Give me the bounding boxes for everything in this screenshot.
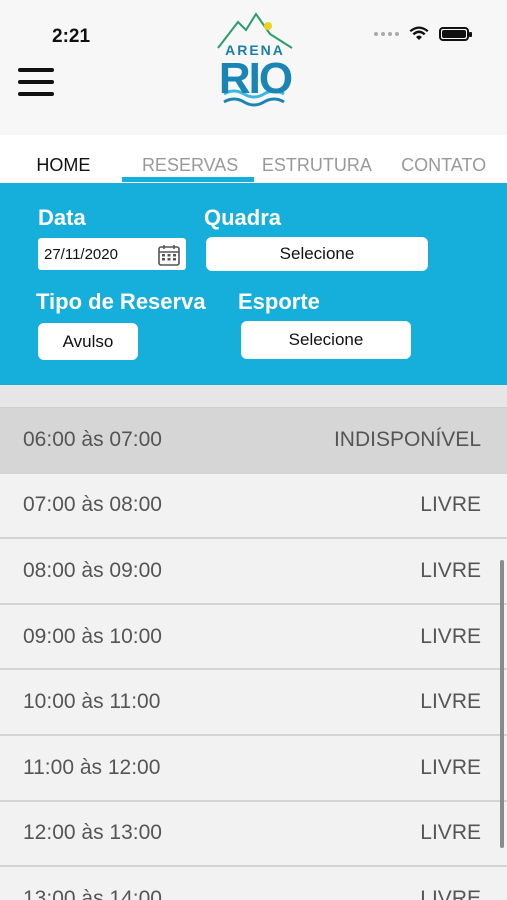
hamburger-menu-icon[interactable] <box>18 68 54 96</box>
time-slot-row[interactable]: 12:00 às 13:00 LIVRE <box>0 801 507 868</box>
battery-icon <box>439 27 472 41</box>
slot-time: 09:00 às 10:00 <box>23 624 162 648</box>
status-time: 2:21 <box>52 26 91 47</box>
active-tab-indicator <box>122 177 254 182</box>
slot-time: 11:00 às 12:00 <box>23 755 161 779</box>
tab-contato[interactable]: CONTATO <box>380 135 507 183</box>
slot-time: 07:00 às 08:00 <box>23 493 162 517</box>
time-slot-row[interactable]: 06:00 às 07:00 INDISPONÍVEL <box>0 408 507 474</box>
cellular-signal-icon <box>374 32 399 36</box>
wifi-icon <box>409 26 429 40</box>
logo-text-rio: RIO <box>218 54 293 103</box>
slot-status: LIVRE <box>420 755 481 779</box>
slot-status: LIVRE <box>420 493 481 517</box>
slot-time: 13:00 às 14:00 <box>23 886 162 900</box>
list-scrollbar[interactable] <box>500 560 504 848</box>
slot-time: 06:00 às 07:00 <box>23 427 162 451</box>
tab-reservas[interactable]: RESERVAS <box>127 135 254 183</box>
date-value: 27/11/2020 <box>44 245 118 263</box>
time-slot-list: 06:00 às 07:00 INDISPONÍVEL 07:00 às 08:… <box>0 408 507 900</box>
slot-status: LIVRE <box>420 624 481 648</box>
slot-status: INDISPONÍVEL <box>333 427 481 451</box>
date-field[interactable]: 27/11/2020 <box>38 238 186 270</box>
sport-label: Esporte <box>238 289 320 314</box>
status-bar: 2:21 <box>0 0 507 60</box>
calendar-icon[interactable] <box>158 244 180 266</box>
court-label: Quadra <box>204 205 282 230</box>
date-label: Data <box>38 205 86 230</box>
time-slot-row[interactable]: 09:00 às 10:00 LIVRE <box>0 604 507 671</box>
slot-status: LIVRE <box>420 690 481 714</box>
slot-time: 12:00 às 13:00 <box>23 821 162 845</box>
sport-select[interactable]: Selecione <box>241 321 411 359</box>
reservation-type-select[interactable]: Avulso <box>38 323 138 360</box>
reservation-type-label: Tipo de Reserva <box>36 289 206 314</box>
time-slot-row[interactable]: 08:00 às 09:00 LIVRE <box>0 539 507 605</box>
slot-status: LIVRE <box>420 821 481 845</box>
time-slot-row[interactable]: 13:00 às 14:00 LIVRE <box>0 867 507 900</box>
tab-home[interactable]: HOME <box>0 135 127 183</box>
reservation-filter-panel: Data 27/11/2020 Quadra Selecione Tipo de… <box>0 183 507 385</box>
time-slot-row[interactable]: 11:00 às 12:00 LIVRE <box>0 735 507 802</box>
time-slot-row[interactable]: 10:00 às 11:00 LIVRE <box>0 670 507 736</box>
time-slot-row[interactable]: 07:00 às 08:00 LIVRE <box>0 473 507 540</box>
slot-status: LIVRE <box>420 886 481 900</box>
list-header-spacer <box>0 385 507 408</box>
tab-bar: HOME RESERVAS ESTRUTURA CONTATO <box>0 135 507 183</box>
court-select[interactable]: Selecione <box>206 237 428 271</box>
tab-estrutura[interactable]: ESTRUTURA <box>254 135 381 183</box>
slot-time: 10:00 às 11:00 <box>23 690 161 714</box>
slot-time: 08:00 às 09:00 <box>23 558 162 582</box>
slot-status: LIVRE <box>420 558 481 582</box>
